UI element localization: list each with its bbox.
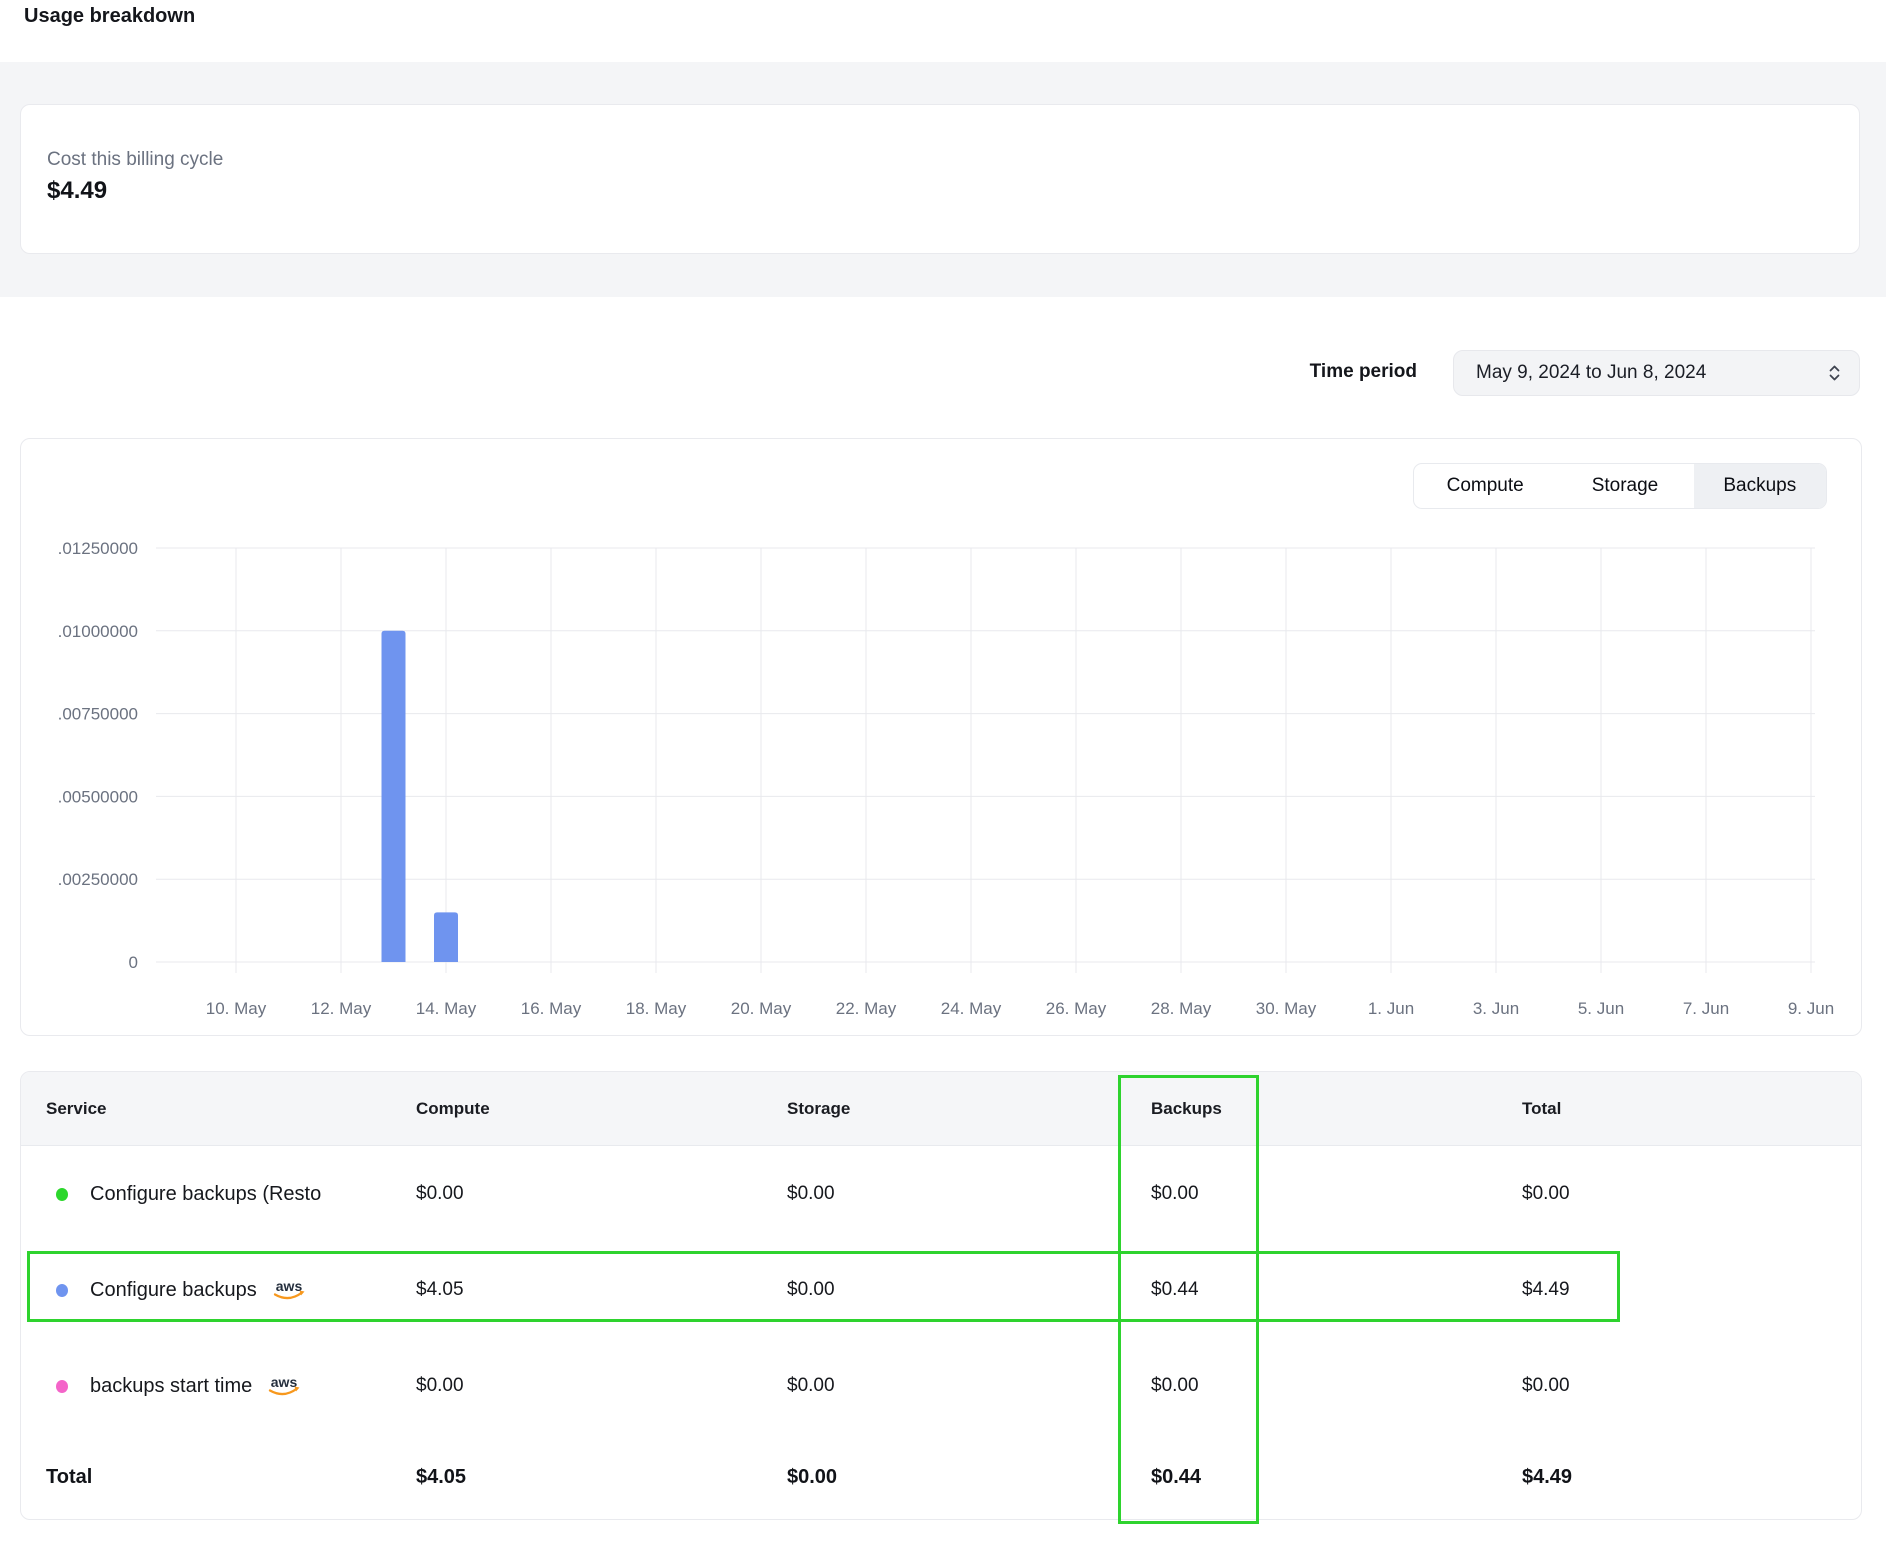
storage-cost: $0.00 bbox=[787, 1279, 1151, 1301]
tab-backups[interactable]: Backups bbox=[1694, 464, 1826, 508]
aws-logo-icon: aws bbox=[266, 1373, 304, 1400]
total-storage-cost: $0.00 bbox=[787, 1466, 1151, 1489]
x-axis-tick-label: 30. May bbox=[1256, 999, 1317, 1018]
column-header-total: Total bbox=[1522, 1099, 1861, 1119]
total-row-label: Total bbox=[46, 1466, 416, 1489]
svg-text:aws: aws bbox=[271, 1374, 298, 1390]
column-header-storage: Storage bbox=[787, 1099, 1151, 1119]
x-axis-tick-label: 16. May bbox=[521, 999, 582, 1018]
total-total-cost: $4.49 bbox=[1522, 1466, 1861, 1489]
total-cost: $0.00 bbox=[1522, 1183, 1861, 1205]
storage-cost: $0.00 bbox=[787, 1183, 1151, 1205]
bar-14-may[interactable] bbox=[434, 912, 458, 962]
total-compute-cost: $4.05 bbox=[416, 1466, 787, 1489]
backups-cost: $0.44 bbox=[1151, 1279, 1522, 1301]
y-axis-tick-label: .00500000 bbox=[58, 787, 138, 806]
aws-logo-icon: aws bbox=[271, 1277, 309, 1304]
column-header-compute: Compute bbox=[416, 1099, 787, 1119]
chart-metric-tabs: Compute Storage Backups bbox=[1413, 463, 1827, 509]
series-dot-blue bbox=[56, 1284, 68, 1297]
x-axis-tick-label: 12. May bbox=[311, 999, 372, 1018]
usage-breakdown-page: Usage breakdown Cost this billing cycle … bbox=[0, 0, 1886, 1548]
service-name: backups start time bbox=[90, 1375, 252, 1398]
table-row: backups start time aws $0.00 $0.00 $0.00… bbox=[21, 1338, 1861, 1434]
y-axis-tick-label: .00750000 bbox=[58, 705, 138, 724]
x-axis-tick-label: 24. May bbox=[941, 999, 1002, 1018]
y-axis-tick-label: .01000000 bbox=[58, 622, 138, 641]
x-axis-tick-label: 20. May bbox=[731, 999, 792, 1018]
cost-card: Cost this billing cycle $4.49 bbox=[20, 104, 1860, 254]
x-axis-tick-label: 18. May bbox=[626, 999, 687, 1018]
compute-cost: $0.00 bbox=[416, 1375, 787, 1397]
service-name: Configure backups (Resto bbox=[90, 1183, 321, 1206]
column-header-service: Service bbox=[46, 1099, 416, 1119]
y-axis-tick-label: 0 bbox=[129, 953, 138, 972]
time-period-selected-value: May 9, 2024 to Jun 8, 2024 bbox=[1476, 362, 1826, 384]
service-name: Configure backups bbox=[90, 1279, 257, 1302]
tab-storage[interactable]: Storage bbox=[1556, 464, 1693, 508]
tab-compute[interactable]: Compute bbox=[1414, 464, 1556, 508]
total-cost: $0.00 bbox=[1522, 1375, 1861, 1397]
compute-cost: $0.00 bbox=[416, 1183, 787, 1205]
storage-cost: $0.00 bbox=[787, 1375, 1151, 1397]
x-axis-tick-label: 3. Jun bbox=[1473, 999, 1519, 1018]
backups-bar-chart: .01250000 .01000000 .00750000 .00500000 .002… bbox=[30, 535, 1860, 1030]
total-backups-cost: $0.44 bbox=[1151, 1466, 1522, 1489]
x-axis-tick-label: 5. Jun bbox=[1578, 999, 1624, 1018]
cost-card-label: Cost this billing cycle bbox=[47, 149, 223, 171]
table-row: Configure backups aws $4.05 $0.00 $0.44 … bbox=[21, 1242, 1861, 1338]
x-axis-tick-label: 7. Jun bbox=[1683, 999, 1729, 1018]
backups-cost: $0.00 bbox=[1151, 1183, 1522, 1205]
time-period-label: Time period bbox=[1200, 361, 1417, 383]
x-axis-tick-label: 26. May bbox=[1046, 999, 1107, 1018]
bar-13-may[interactable] bbox=[382, 631, 406, 962]
x-axis-tick-label: 22. May bbox=[836, 999, 897, 1018]
time-period-select[interactable]: May 9, 2024 to Jun 8, 2024 bbox=[1453, 350, 1860, 396]
series-dot-pink bbox=[56, 1380, 68, 1393]
column-header-backups: Backups bbox=[1151, 1099, 1522, 1119]
backups-cost: $0.00 bbox=[1151, 1375, 1522, 1397]
table-total-row: Total $4.05 $0.00 $0.44 $4.49 bbox=[21, 1434, 1861, 1520]
page-title: Usage breakdown bbox=[24, 5, 195, 28]
cost-card-amount: $4.49 bbox=[47, 177, 107, 205]
x-axis-tick-label: 28. May bbox=[1151, 999, 1212, 1018]
x-axis-tick-label: 1. Jun bbox=[1368, 999, 1414, 1018]
series-dot-green bbox=[56, 1188, 68, 1201]
total-cost: $4.49 bbox=[1522, 1279, 1861, 1301]
x-axis-tick-label: 9. Jun bbox=[1788, 999, 1834, 1018]
usage-table: Service Compute Storage Backups Total Co… bbox=[20, 1071, 1862, 1520]
y-axis-tick-label: .01250000 bbox=[58, 539, 138, 558]
compute-cost: $4.05 bbox=[416, 1279, 787, 1301]
table-row: Configure backups (Resto $0.00 $0.00 $0.… bbox=[21, 1146, 1861, 1242]
svg-text:aws: aws bbox=[276, 1278, 303, 1294]
chevron-up-down-icon bbox=[1826, 362, 1843, 384]
x-axis-tick-label: 10. May bbox=[206, 999, 267, 1018]
table-header-row: Service Compute Storage Backups Total bbox=[21, 1072, 1861, 1146]
y-axis-tick-label: .00250000 bbox=[58, 870, 138, 889]
x-axis-tick-label: 14. May bbox=[416, 999, 477, 1018]
